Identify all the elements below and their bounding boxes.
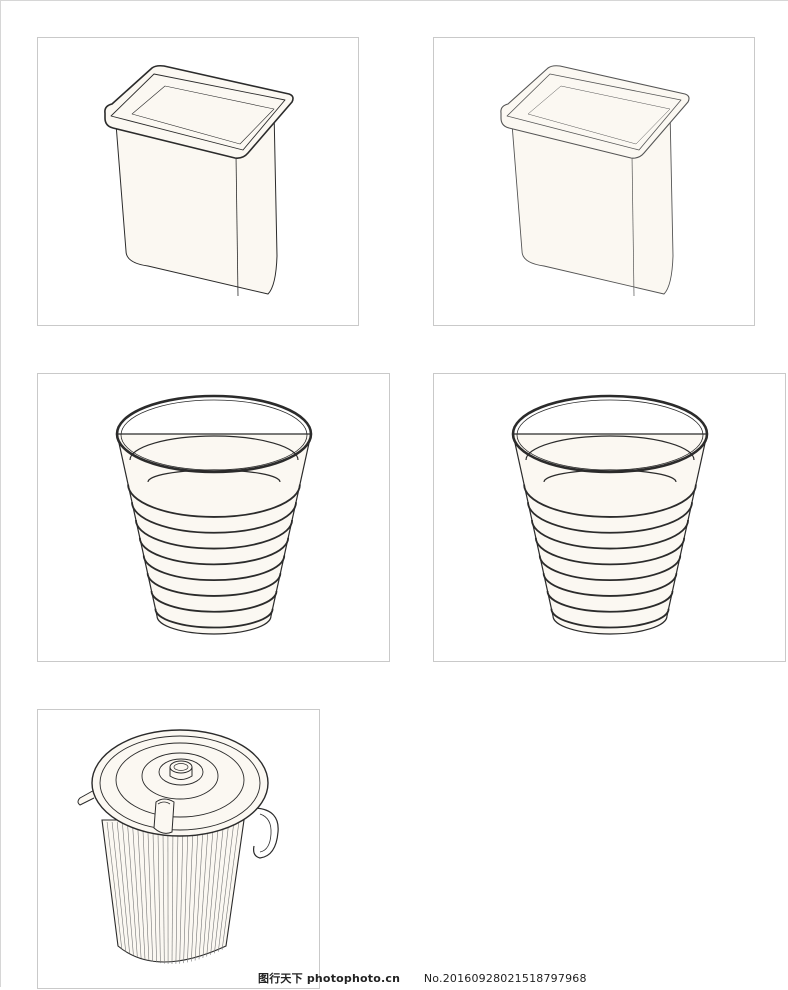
- page-left-edge: [0, 0, 1, 987]
- ribbed-bin-panel-1: [37, 373, 390, 662]
- ribbed-bin-drawing-1: [38, 374, 391, 663]
- lidded-bin-drawing: [38, 710, 321, 990]
- page-top-edge: [0, 0, 788, 1]
- ribbed-bin-drawing-2: [434, 374, 787, 663]
- square-bin-drawing-2: [434, 38, 756, 327]
- watermark: 图行天下 photophoto.cn No.201609280215187979…: [258, 970, 587, 986]
- square-bin-drawing-1: [38, 38, 360, 327]
- ribbed-bin-panel-2: [433, 373, 786, 662]
- lidded-bin-panel: [37, 709, 320, 989]
- watermark-site: 图行天下 photophoto.cn: [258, 972, 400, 985]
- square-bin-panel-2: [433, 37, 755, 326]
- watermark-number: No.20160928021518797968: [424, 972, 587, 985]
- square-bin-panel-1: [37, 37, 359, 326]
